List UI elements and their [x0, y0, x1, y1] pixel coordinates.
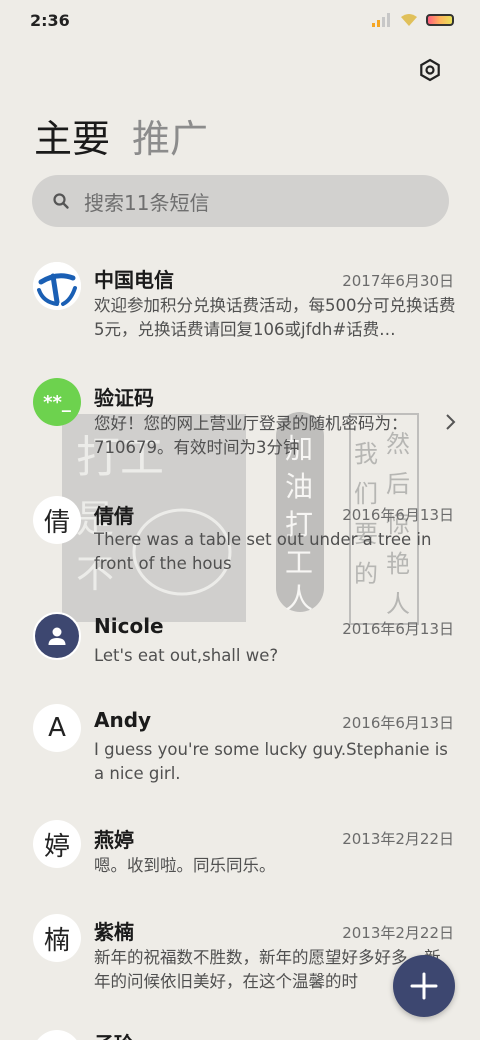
signal-icon — [372, 13, 390, 27]
status-time: 2:36 — [30, 10, 70, 30]
conversation-row[interactable]: A Andy 2016年6月13日 I guess you're some lu… — [0, 700, 480, 810]
conversation-row[interactable]: 倩 倩倩 2016年6月13日 There was a table set ou… — [0, 486, 480, 596]
contact-name: 紫楠 — [94, 920, 134, 944]
category-tabs: 主要 推广 — [34, 108, 208, 163]
contact-name: 验证码 — [94, 386, 154, 410]
message-date: 2017年6月30日 — [342, 272, 454, 290]
battery-icon — [426, 14, 454, 26]
conversation-row[interactable]: Nicole 2016年6月13日 Let's eat out,shall we… — [0, 606, 480, 696]
message-preview: I guess you're some lucky guy.Stephanie … — [94, 740, 448, 783]
tab-main[interactable]: 主要 — [34, 108, 110, 163]
person-icon — [33, 612, 81, 660]
settings-icon — [420, 58, 440, 82]
message-preview: Let's eat out,shall we? — [94, 646, 279, 665]
message-date: 2013年2月22日 — [342, 830, 454, 848]
plus-icon — [410, 972, 438, 1000]
message-preview: 您好！您的网上营业厅登录的随机密码为：710679。有效时间为3分钟 — [94, 414, 408, 457]
contact-name: 中国电信 — [94, 268, 174, 292]
message-date: 2016年6月13日 — [342, 714, 454, 732]
avatar — [33, 1030, 81, 1040]
conversation-row[interactable]: **_ 验证码 您好！您的网上营业厅登录的随机密码为：710679。有效时间为3… — [0, 364, 480, 474]
message-preview: 嗯。收到啦。同乐同乐。 — [94, 856, 276, 875]
message-preview: 欢迎参加积分兑换话费活动，每500分可兑换话费5元，兑换话费请回复106或jfd… — [94, 296, 456, 339]
wifi-icon — [401, 14, 417, 26]
contact-name: 子玲 — [94, 1028, 134, 1040]
contact-name: Nicole — [94, 614, 164, 638]
message-date: 2016年6月13日 — [342, 506, 454, 524]
search-input[interactable]: 搜索11条短信 — [32, 175, 449, 227]
contact-name: Andy — [94, 708, 152, 732]
avatar: 婷 — [33, 820, 81, 868]
conversation-row[interactable]: 子玲 — [0, 1026, 480, 1040]
chevron-right-icon[interactable] — [444, 412, 458, 432]
contact-name: 倩倩 — [94, 504, 134, 528]
message-date: 2016年6月13日 — [342, 620, 454, 638]
compose-button[interactable] — [393, 955, 455, 1017]
avatar: 楠 — [33, 914, 81, 962]
search-placeholder: 搜索11条短信 — [84, 190, 210, 215]
conversation-row[interactable]: 婷 燕婷 2013年2月22日 嗯。收到啦。同乐同乐。 — [0, 820, 480, 910]
contact-name: 燕婷 — [94, 828, 134, 852]
conversation-row[interactable]: 中国电信 2017年6月30日 欢迎参加积分兑换话费活动，每500分可兑换话费5… — [0, 248, 480, 358]
avatar: **_ — [33, 378, 81, 426]
message-date: 2013年2月22日 — [342, 924, 454, 942]
avatar: A — [33, 704, 81, 752]
tab-promo[interactable]: 推广 — [132, 108, 208, 163]
status-bar: 2:36 — [0, 0, 480, 40]
status-icons — [372, 13, 454, 27]
search-icon — [53, 193, 69, 209]
china-telecom-logo-icon — [33, 262, 81, 310]
avatar: 倩 — [33, 496, 81, 544]
message-preview: There was a table set out under a tree i… — [94, 530, 432, 573]
settings-button[interactable] — [414, 54, 446, 86]
